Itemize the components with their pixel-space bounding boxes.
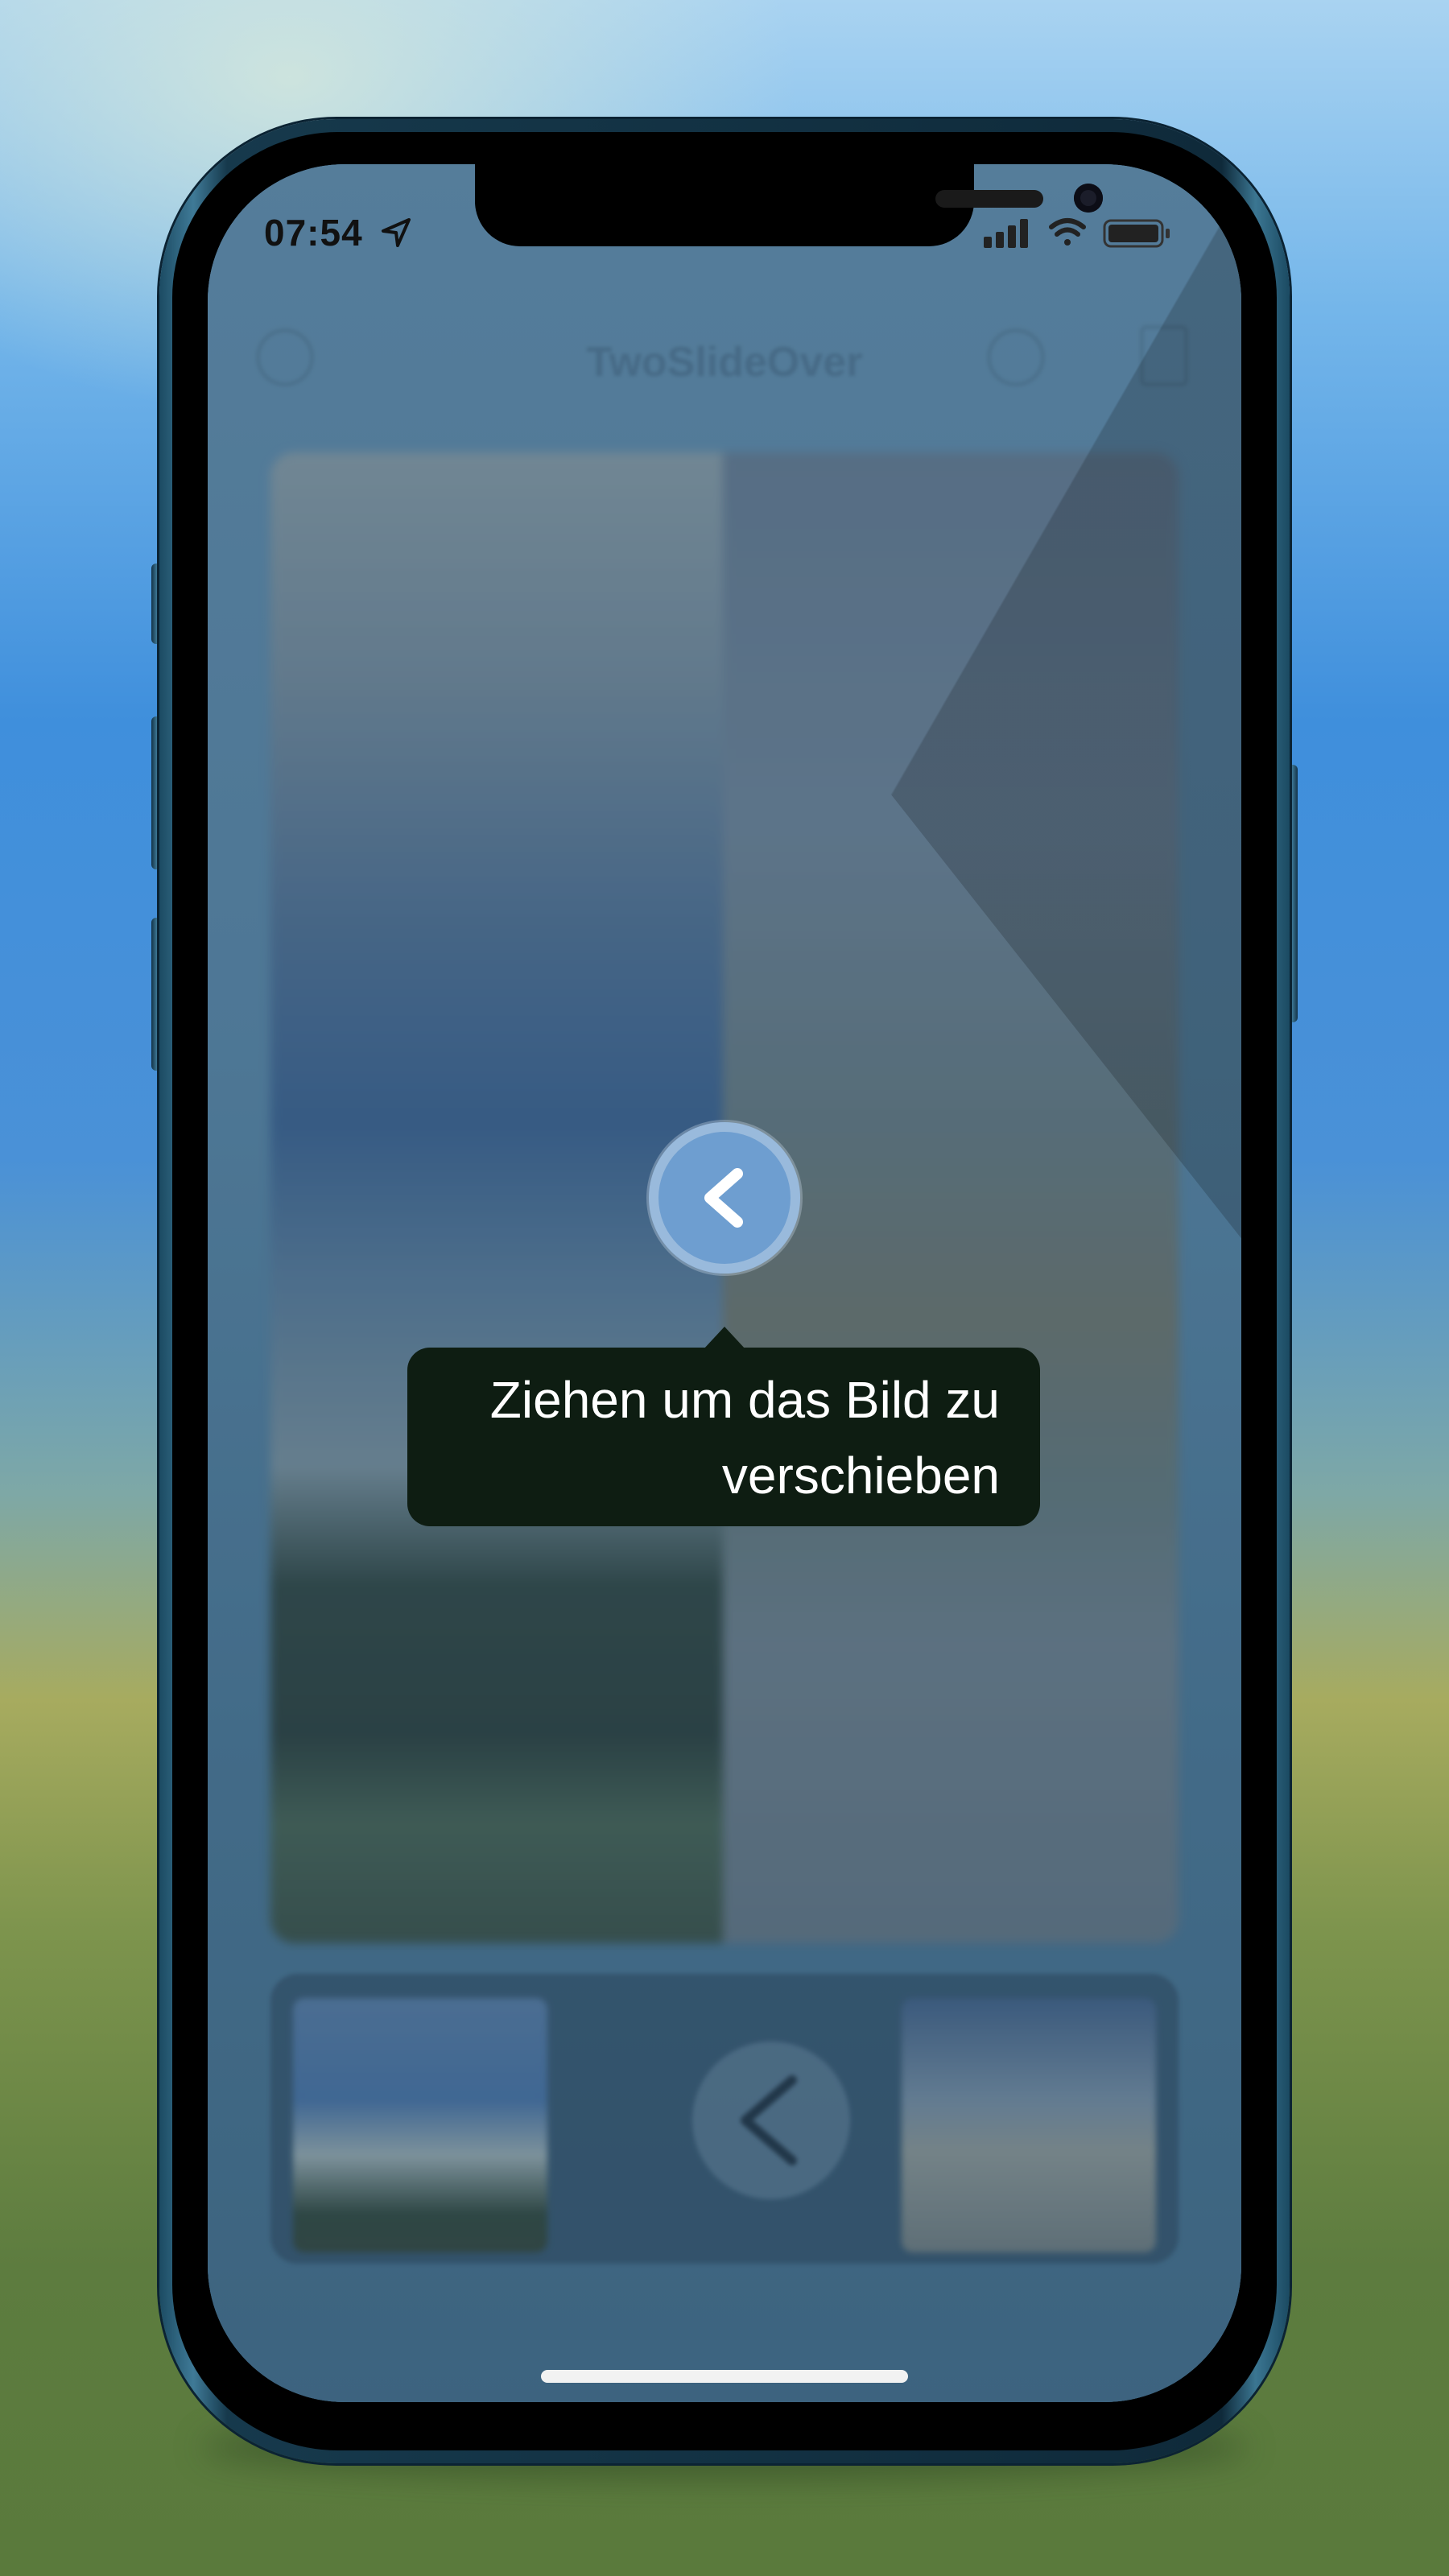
cellular-signal-icon bbox=[984, 219, 1028, 248]
location-arrow-icon bbox=[382, 218, 411, 247]
tooltip-arrow bbox=[704, 1327, 745, 1349]
speaker-grille bbox=[935, 190, 1043, 208]
phone-screen: TwoSlideOver 07:54 Ziehen um das Bild zu… bbox=[208, 164, 1241, 2402]
battery-icon bbox=[1103, 219, 1170, 248]
status-indicators bbox=[984, 216, 1193, 248]
comparison-slider-handle[interactable] bbox=[649, 1122, 800, 1274]
coach-mark-tooltip: Ziehen um das Bild zu verschieben bbox=[407, 1348, 1040, 1526]
status-time-text: 07:54 bbox=[264, 212, 363, 254]
wifi-icon bbox=[1049, 218, 1086, 246]
coach-mark-text: Ziehen um das Bild zu verschieben bbox=[489, 1371, 1000, 1505]
chevron-left-icon bbox=[704, 1168, 743, 1228]
status-icons-group bbox=[984, 218, 1170, 248]
status-time: 07:54 bbox=[264, 211, 412, 254]
coach-mark-dim-overlay bbox=[208, 164, 1241, 2402]
device-notch bbox=[475, 164, 1103, 246]
front-camera bbox=[1074, 184, 1103, 213]
home-indicator[interactable] bbox=[541, 2370, 908, 2383]
